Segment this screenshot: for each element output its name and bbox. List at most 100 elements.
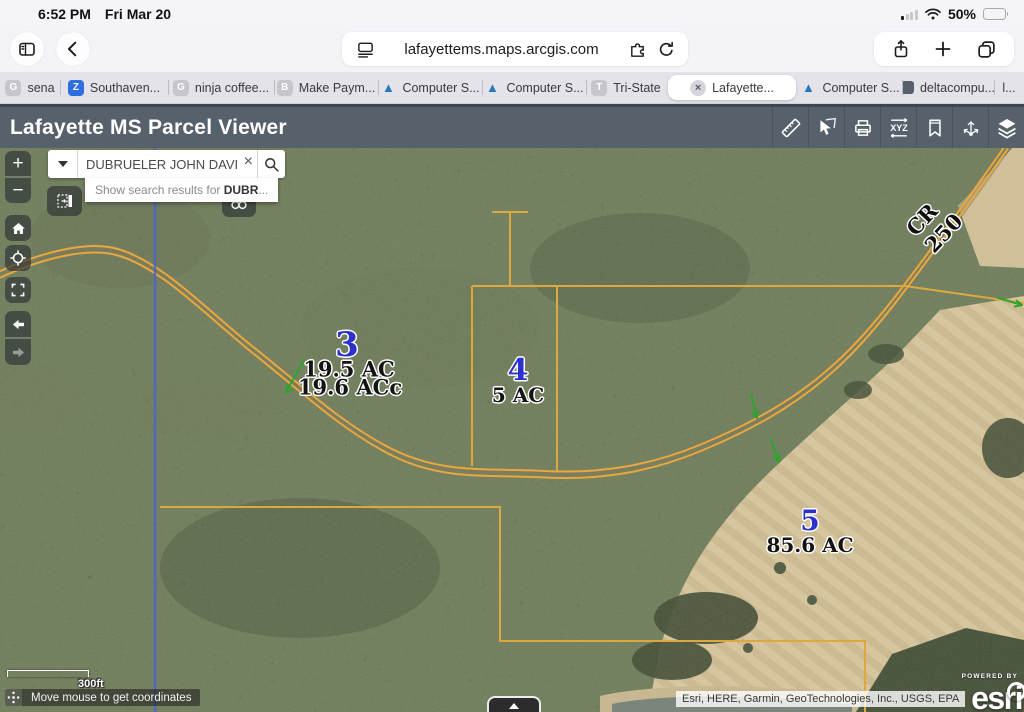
chevron-down-icon <box>58 161 68 172</box>
tab-partial[interactable]: l... <box>994 72 1024 103</box>
toolbar-right-group <box>874 32 1014 66</box>
tab-tri-state[interactable]: T Tri-State <box>586 72 666 103</box>
back-chevron-icon <box>64 40 82 58</box>
esri-logo: POWERED BY esri <box>946 674 1022 712</box>
clear-search-icon[interactable]: × <box>244 154 253 170</box>
print-button[interactable] <box>844 107 880 148</box>
measure-button[interactable] <box>772 107 808 148</box>
tab-label: Lafayette... <box>712 81 774 95</box>
sidebar-toggle-button[interactable] <box>10 32 44 66</box>
parcel-5-area: 85.6 AC <box>766 535 853 555</box>
attribute-table-handle[interactable] <box>487 696 541 712</box>
tab-label: Computer S... <box>402 81 479 95</box>
layers-button[interactable] <box>988 107 1024 148</box>
share-arrows-icon <box>960 117 982 139</box>
locate-button[interactable] <box>5 245 31 271</box>
tab-label: Make Paym... <box>299 81 375 95</box>
xyz-coordinates-icon: XYZ <box>887 116 911 140</box>
tabs-overview-icon[interactable] <box>976 39 997 60</box>
parcel-5-number: 5 <box>800 507 819 535</box>
tab-ninja-coffee[interactable]: G ninja coffee... <box>168 72 274 103</box>
select-button[interactable] <box>808 107 844 148</box>
triangle-favicon <box>484 80 500 96</box>
map-attribution: Esri, HERE, Garmin, GeoTechnologies, Inc… <box>676 691 965 707</box>
search-button[interactable] <box>257 150 285 178</box>
search-box: × <box>78 150 257 178</box>
url-text: lafayettems.maps.arcgis.com <box>375 41 628 58</box>
chevron-up-icon <box>509 698 519 709</box>
map-canvas[interactable]: 3 19.5 AC 19.6 ACc 4 5 AC 5 85.6 AC CR 2… <box>0 148 1024 712</box>
bookmarks-button[interactable] <box>916 107 952 148</box>
tab-label: Tri-State <box>613 81 660 95</box>
tab-make-payment[interactable]: B Make Paym... <box>274 72 378 103</box>
forward-arrow-icon <box>10 344 27 361</box>
search-input[interactable] <box>78 157 238 172</box>
fullscreen-extent-button[interactable] <box>5 277 31 303</box>
search-source-dropdown[interactable] <box>48 150 78 178</box>
close-tab-icon[interactable] <box>690 80 706 96</box>
clock: 6:52 PM <box>38 6 91 22</box>
tab-southaven[interactable]: Z Southaven... <box>60 72 168 103</box>
new-tab-icon[interactable] <box>933 39 953 59</box>
share-icon[interactable] <box>891 39 911 59</box>
extent-brackets-icon <box>10 282 26 298</box>
previous-extent-button[interactable] <box>5 311 31 337</box>
battery-percent: 50% <box>948 6 976 22</box>
ipad-screen: 6:52 PM Fri Mar 20 50% <box>0 0 1024 712</box>
splitter-icon <box>55 191 75 211</box>
tab-computer-1[interactable]: Computer S... <box>378 72 482 103</box>
search-icon <box>263 156 280 173</box>
battery-icon <box>983 8 1008 20</box>
favicon: G <box>5 80 21 96</box>
tab-label: l... <box>1002 81 1015 95</box>
locate-target-icon <box>9 249 27 267</box>
search-suggestion[interactable]: Show search results for DUBR... <box>85 178 278 202</box>
home-extent-button[interactable] <box>5 215 31 241</box>
tab-label: sena <box>27 81 54 95</box>
app-header: Lafayette MS Parcel Viewer <box>0 104 1024 148</box>
coordinate-hint-text: Move mouse to get coordinates <box>22 692 200 704</box>
layers-icon <box>995 116 1019 140</box>
favicon <box>902 81 914 94</box>
tab-bar: G sena Z Southaven... G ninja coffee... … <box>0 72 1024 104</box>
search-widget: × <box>48 150 285 178</box>
panel-splitter-button[interactable] <box>47 186 82 216</box>
triangle-favicon <box>380 80 396 96</box>
ruler-icon <box>780 117 802 139</box>
favicon: Z <box>68 80 84 96</box>
next-extent-button[interactable] <box>5 338 31 365</box>
favicon: G <box>173 80 189 96</box>
address-bar[interactable]: lafayettems.maps.arcgis.com <box>342 32 688 66</box>
back-button[interactable] <box>56 32 90 66</box>
header-toolbar: XYZ <box>772 107 1024 148</box>
suggestion-ellipsis: ... <box>258 183 268 197</box>
printer-icon <box>852 117 874 139</box>
reload-icon[interactable] <box>657 40 676 59</box>
status-bar: 6:52 PM Fri Mar 20 50% <box>0 0 1024 26</box>
share-map-button[interactable] <box>952 107 988 148</box>
parcel-3-area-2: 19.6 ACc <box>298 377 402 398</box>
tab-computer-2[interactable]: Computer S... <box>482 72 586 103</box>
suggestion-prefix: Show search results for <box>95 183 224 197</box>
tab-computer-3[interactable]: Computer S... <box>798 72 902 103</box>
zoom-out-button[interactable]: − <box>5 177 31 203</box>
page-format-icon[interactable] <box>356 40 375 59</box>
aerial-imagery <box>0 148 1024 712</box>
parcel-4-number: 4 <box>508 356 529 386</box>
coordinates-button[interactable]: XYZ <box>880 107 916 148</box>
extensions-icon[interactable] <box>628 40 647 59</box>
tab-lafayette-active[interactable]: Lafayette... <box>668 75 796 100</box>
back-arrow-icon <box>10 316 27 333</box>
tab-deltacomputer[interactable]: deltacompu... <box>902 72 994 103</box>
tab-label: Computer S... <box>506 81 583 95</box>
parcel-4-area: 5 AC <box>492 385 544 405</box>
tab-sena[interactable]: G sena <box>0 72 60 103</box>
wifi-icon <box>925 8 941 20</box>
favicon: T <box>591 80 607 96</box>
tab-label: deltacompu... <box>920 81 994 95</box>
coordinate-bar: Move mouse to get coordinates <box>5 689 200 706</box>
tab-label: Computer S... <box>822 81 899 95</box>
triangle-favicon <box>800 80 816 96</box>
coordinate-crosshair-icon[interactable] <box>5 689 22 706</box>
zoom-in-button[interactable]: + <box>5 151 31 176</box>
